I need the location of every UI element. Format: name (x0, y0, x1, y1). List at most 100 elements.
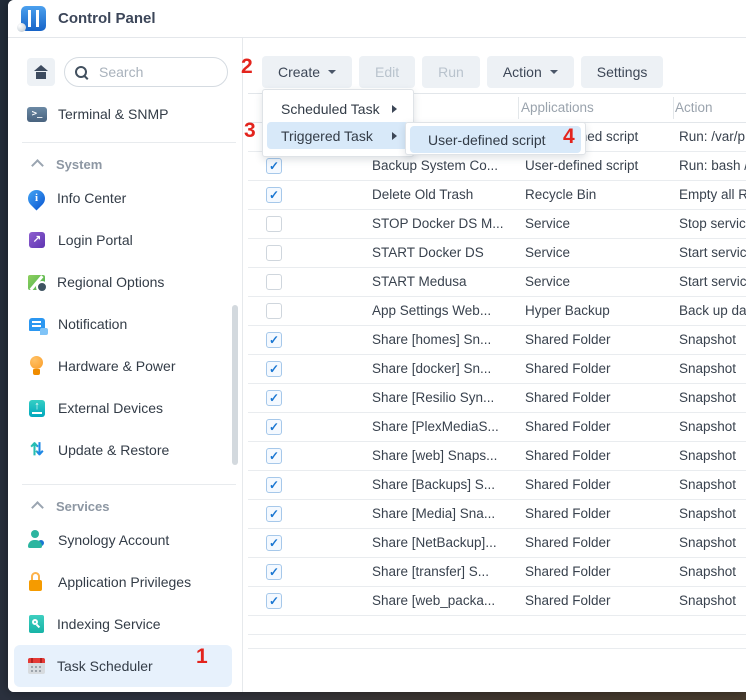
checkbox-checked[interactable] (266, 187, 282, 203)
checkbox-checked[interactable] (266, 535, 282, 551)
checkbox-checked[interactable] (266, 448, 282, 464)
section-header-system[interactable]: System (8, 151, 242, 177)
sidebar-item-label: Notification (58, 316, 127, 332)
checkbox-unchecked[interactable] (266, 216, 282, 232)
task-name-cell: STOP Docker DS M... (372, 216, 504, 231)
table-row[interactable]: Share [transfer] S...Shared FolderSnapsh… (248, 558, 746, 587)
sidebar-item-application-privileges[interactable]: Application Privileges (8, 561, 242, 603)
table-row[interactable]: Share [PlexMediaS...Shared FolderSnapsho… (248, 413, 746, 442)
checkbox-checked[interactable] (266, 477, 282, 493)
table-row[interactable]: Share [web_packa...Shared FolderSnapshot (248, 587, 746, 616)
sidebar-item-hardware-power[interactable]: Hardware & Power (8, 345, 242, 387)
checkbox-unchecked[interactable] (266, 303, 282, 319)
action-button[interactable]: Action (487, 56, 574, 88)
task-name-cell: Share [Resilio Syn... (372, 390, 494, 405)
table-row[interactable]: Share [Backups] S...Shared FolderSnapsho… (248, 471, 746, 500)
applications-cell: Shared Folder (525, 419, 611, 434)
button-label: Edit (375, 64, 399, 80)
table-row[interactable]: Share [Media] Sna...Shared FolderSnapsho… (248, 500, 746, 529)
annotation-3: 3 (244, 120, 256, 142)
menu-item-label: Scheduled Task (281, 101, 380, 117)
action-cell: Start servic (679, 274, 746, 289)
task-name-cell: START Medusa (372, 274, 467, 289)
checkbox-checked[interactable] (266, 506, 282, 522)
empty-row-line (248, 634, 746, 635)
table-row[interactable]: Share [docker] Sn...Shared FolderSnapsho… (248, 355, 746, 384)
task-name-cell: Share [transfer] S... (372, 564, 489, 579)
task-name-cell: App Settings Web... (372, 303, 491, 318)
button-label: Create (278, 64, 320, 80)
empty-row-line (248, 648, 746, 649)
menu-item-label: Triggered Task (281, 128, 373, 144)
column-separator (518, 97, 519, 119)
sidebar-item-update-restore[interactable]: Update & Restore (8, 429, 242, 471)
toolbar: Create Edit Run Action Settings (262, 56, 670, 88)
table-row[interactable]: START MedusaServiceStart servic (248, 268, 746, 297)
table-row[interactable]: Share [web] Snaps...Shared FolderSnapsho… (248, 442, 746, 471)
menu-item-user-defined-script[interactable]: User-defined script (410, 126, 581, 153)
button-label: Settings (597, 64, 648, 80)
home-button[interactable] (27, 58, 55, 86)
column-header-action[interactable]: Action (675, 100, 713, 115)
button-label: Action (503, 64, 542, 80)
table-row[interactable]: Share [NetBackup]...Shared FolderSnapsho… (248, 529, 746, 558)
checkbox-checked[interactable] (266, 564, 282, 580)
checkbox-checked[interactable] (266, 390, 282, 406)
run-button[interactable]: Run (422, 56, 480, 88)
table-row[interactable]: STOP Docker DS M...ServiceStop servic (248, 210, 746, 239)
menu-item-triggered-task[interactable]: Triggered Task (267, 122, 409, 149)
checkbox-checked[interactable] (266, 361, 282, 377)
sidebar-scrollbar-thumb[interactable] (232, 305, 238, 465)
applications-cell: Recycle Bin (525, 187, 596, 202)
menu-item-scheduled-task[interactable]: Scheduled Task (267, 95, 409, 122)
sidebar-item-info-center[interactable]: Info Center (8, 177, 242, 219)
checkbox-checked[interactable] (266, 419, 282, 435)
applications-cell: Shared Folder (525, 564, 611, 579)
applications-cell: Service (525, 216, 570, 231)
sidebar: Terminal & SNMP System Info Center Login Po… (8, 38, 243, 692)
sidebar-item-notification[interactable]: Notification (8, 303, 242, 345)
sidebar-item-label: Terminal & SNMP (58, 106, 168, 122)
table-row[interactable]: Share [homes] Sn...Shared FolderSnapshot (248, 326, 746, 355)
action-cell: Snapshot (679, 593, 736, 608)
sidebar-item-regional-options[interactable]: Regional Options (8, 261, 242, 303)
table-row[interactable]: App Settings Web...Hyper BackupBack up d… (248, 297, 746, 326)
checkbox-checked[interactable] (266, 158, 282, 174)
column-header-applications[interactable]: Applications (521, 100, 594, 115)
create-button[interactable]: Create (262, 56, 352, 88)
sidebar-item-label: Regional Options (57, 274, 164, 290)
task-name-cell: Share [homes] Sn... (372, 332, 491, 347)
sidebar-item-label: Info Center (57, 190, 126, 206)
checkbox-checked[interactable] (266, 593, 282, 609)
checkbox-checked[interactable] (266, 332, 282, 348)
sidebar-item-indexing-service[interactable]: Indexing Service (8, 603, 242, 645)
table-row[interactable]: START Docker DSServiceStart servic (248, 239, 746, 268)
section-label: Services (56, 499, 110, 514)
checkbox-unchecked[interactable] (266, 245, 282, 261)
chevron-down-icon (328, 70, 336, 74)
action-cell: Back up dat (679, 303, 746, 318)
section-header-services[interactable]: Services (8, 493, 242, 519)
search-box[interactable] (64, 57, 228, 87)
sidebar-item-external-devices[interactable]: External Devices (8, 387, 242, 429)
map-clock-icon (28, 275, 45, 290)
settings-button[interactable]: Settings (581, 56, 664, 88)
submenu-arrow-icon (392, 132, 397, 140)
task-name-cell: Share [web] Snaps... (372, 448, 497, 463)
task-name-cell: Share [Media] Sna... (372, 506, 495, 521)
sidebar-item-login-portal[interactable]: Login Portal (8, 219, 242, 261)
sidebar-item-label: Indexing Service (57, 616, 161, 632)
action-cell: Snapshot (679, 361, 736, 376)
edit-button[interactable]: Edit (359, 56, 415, 88)
table-row[interactable]: Share [Resilio Syn...Shared FolderSnapsh… (248, 384, 746, 413)
terminal-icon (27, 107, 47, 122)
search-input[interactable] (97, 63, 217, 81)
checkbox-unchecked[interactable] (266, 274, 282, 290)
sidebar-item-label: Hardware & Power (58, 358, 176, 374)
login-portal-icon (29, 232, 45, 248)
applications-cell: User-defined script (525, 158, 638, 173)
applications-cell: Shared Folder (525, 361, 611, 376)
sidebar-item-terminal-snmp[interactable]: Terminal & SNMP (8, 99, 242, 129)
table-row[interactable]: Delete Old TrashRecycle BinEmpty all R (248, 181, 746, 210)
sidebar-item-synology-account[interactable]: Synology Account (8, 519, 242, 561)
